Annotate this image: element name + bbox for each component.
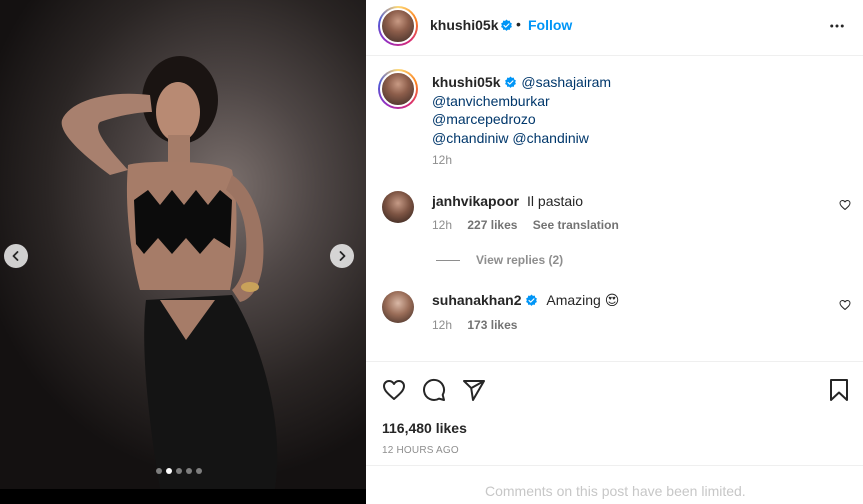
comment-time[interactable]: 12h (432, 318, 452, 332)
heart-icon[interactable] (382, 378, 406, 402)
comments-limited-text: Comments on this post have been limited. (485, 483, 746, 499)
carousel-dot (176, 468, 182, 474)
see-translation-link[interactable]: See translation (533, 218, 619, 232)
caption-mention[interactable]: @tanvichemburkar (432, 93, 550, 109)
caption-mention[interactable]: @chandiniw (432, 130, 508, 146)
post-actions: 116,480 likes 12 HOURS AGO (366, 361, 863, 456)
header-separator: • (516, 16, 521, 32)
caption-author-username[interactable]: khushi05k (432, 74, 500, 90)
caption-author-avatar[interactable] (378, 69, 418, 109)
replies-divider (436, 259, 460, 261)
carousel-prev-button[interactable] (4, 244, 28, 268)
post-photo (0, 0, 366, 489)
commenter-avatar[interactable] (382, 291, 414, 323)
author-avatar[interactable] (378, 6, 418, 46)
comment-body: suhanakhan2 Amazing 😍 (432, 292, 619, 309)
verified-badge-icon (526, 294, 538, 306)
comments-list[interactable]: khushi05k @sashajairam @tanvichemburkar … (366, 57, 863, 360)
follow-button[interactable]: Follow (528, 17, 572, 33)
commenter-avatar[interactable] (382, 191, 414, 223)
caption-mention[interactable]: @sashajairam (521, 74, 611, 90)
bookmark-icon[interactable] (827, 378, 851, 402)
caption-time[interactable]: 12h (432, 153, 452, 167)
comment-body: janhvikapoor Il pastaio (432, 193, 583, 209)
carousel-next-button[interactable] (330, 244, 354, 268)
post-side-panel: khushi05k • Follow khushi05k @sashajaira… (366, 0, 863, 504)
carousel-dot (196, 468, 202, 474)
comments-limited-banner: Comments on this post have been limited. (366, 465, 863, 504)
comment-likes[interactable]: 227 likes (467, 218, 517, 232)
comment-like-heart-icon[interactable] (839, 199, 851, 211)
view-replies-label: View replies (2) (476, 253, 564, 267)
carousel-dot-active (166, 468, 172, 474)
caption-mention[interactable]: @chandiniw (512, 130, 588, 146)
post-caption: khushi05k @sashajairam @tanvichemburkar … (432, 73, 832, 147)
comment-text: Il pastaio (527, 193, 584, 209)
commenter-username[interactable]: janhvikapoor (432, 193, 519, 209)
post-header: khushi05k • Follow (366, 0, 863, 56)
comment-meta: 12h 227 likes See translation (432, 218, 619, 232)
share-icon[interactable] (462, 378, 486, 402)
post-date: 12 HOURS AGO (382, 445, 459, 456)
commenter-username[interactable]: suhanakhan2 (432, 292, 521, 308)
comment-meta: 12h 173 likes (432, 318, 517, 332)
verified-badge-icon (501, 19, 512, 31)
verified-badge-icon (505, 76, 517, 88)
comment-text: Amazing (546, 292, 601, 308)
like-count[interactable]: 116,480 likes (382, 420, 467, 436)
chevron-left-icon (12, 251, 19, 261)
comment-time[interactable]: 12h (432, 218, 452, 232)
caption-mention[interactable]: @marcepedrozo (432, 111, 536, 127)
chevron-right-icon (339, 251, 346, 261)
model-photo-illustration (61, 56, 278, 489)
author-username[interactable]: khushi05k (430, 17, 498, 33)
comment-emoji: 😍 (604, 292, 620, 308)
comment-icon[interactable] (422, 378, 446, 402)
comment-likes[interactable]: 173 likes (467, 318, 517, 332)
comment-like-heart-icon[interactable] (839, 299, 851, 311)
view-replies-button[interactable]: View replies (2) (436, 253, 563, 267)
carousel-indicator (156, 468, 202, 474)
post-media[interactable] (0, 0, 366, 504)
carousel-dot (186, 468, 192, 474)
carousel-dot (156, 468, 162, 474)
more-options-icon[interactable] (828, 17, 846, 35)
